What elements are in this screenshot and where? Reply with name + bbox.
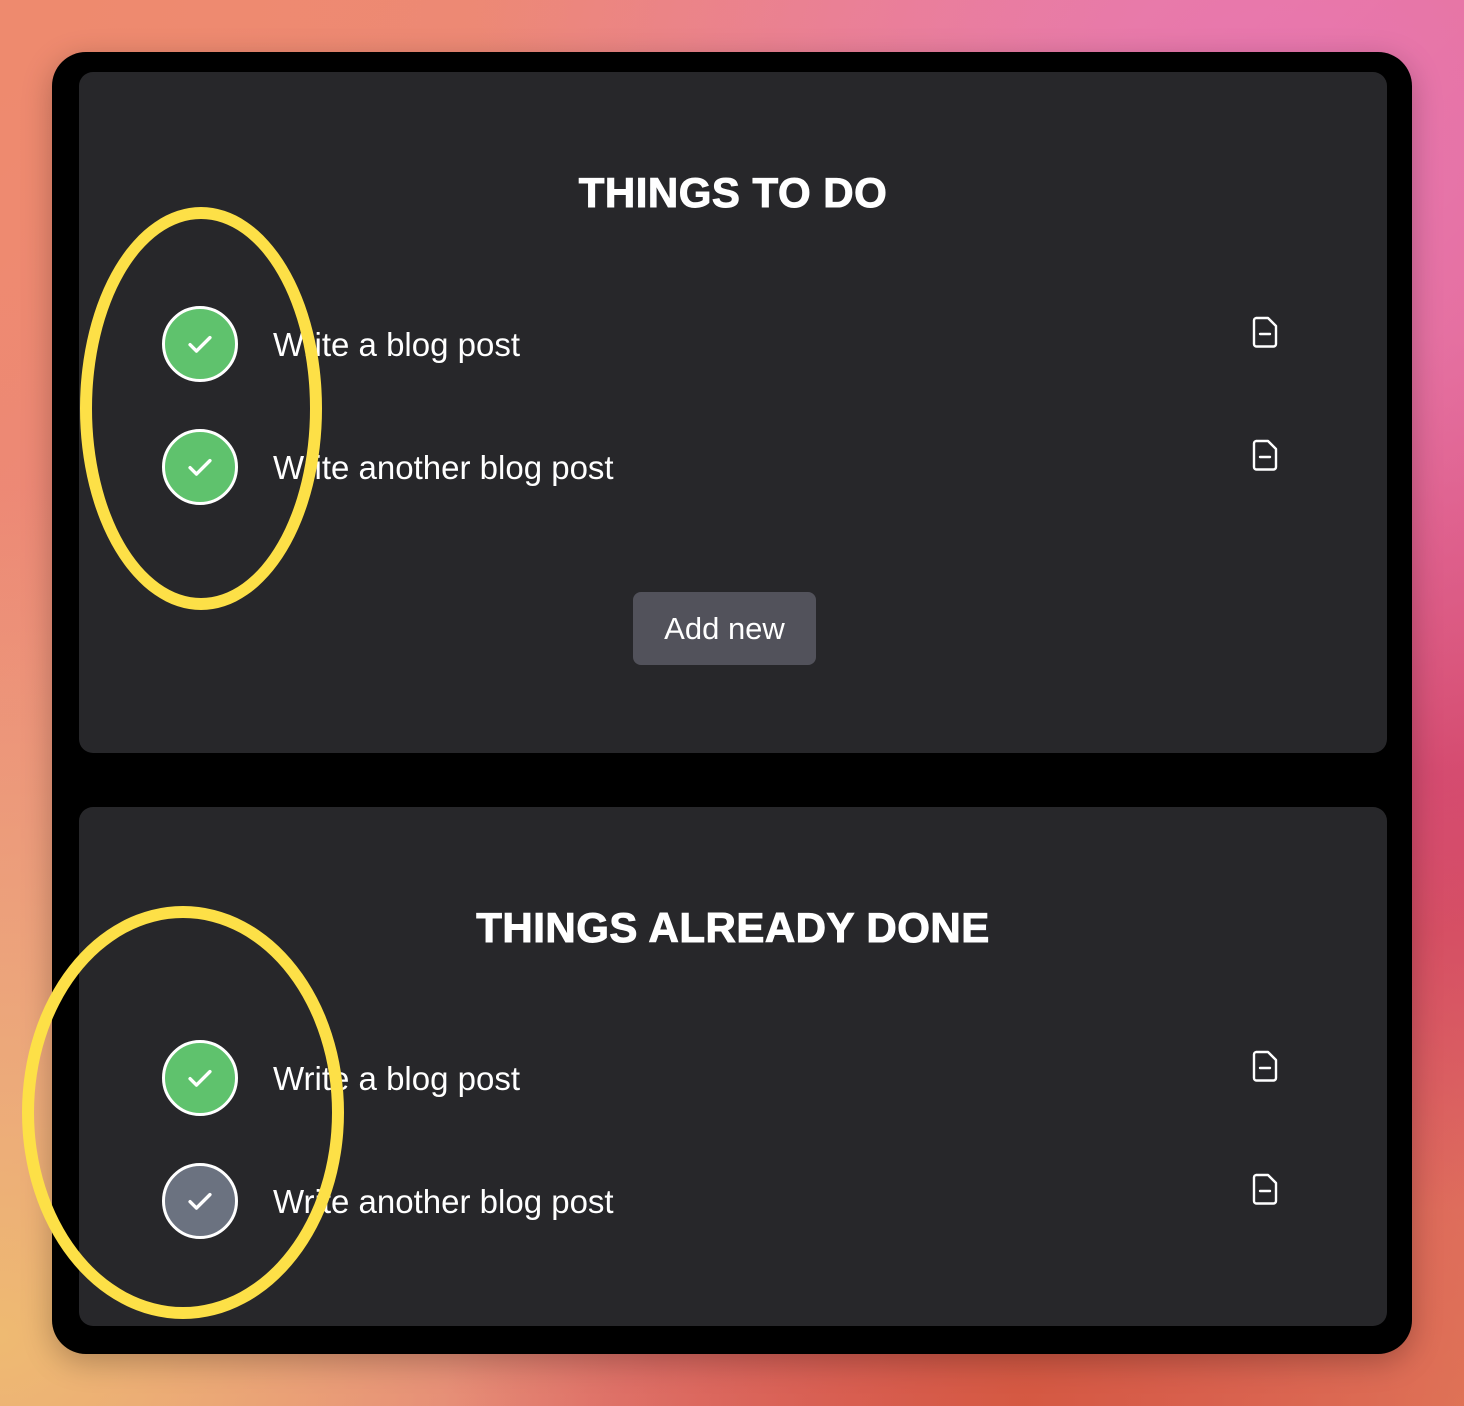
document-minus-icon[interactable]	[1250, 1172, 1280, 1206]
done-item-label: Write another blog post	[273, 1183, 614, 1220]
done-item: Write a blog post	[162, 1040, 1292, 1122]
document-minus-icon[interactable]	[1250, 315, 1280, 349]
todo-item-label: Write another blog post	[273, 449, 614, 486]
app-window: THINGS TO DO Write a blog post Write ano…	[52, 52, 1412, 1354]
todo-item-checkbox[interactable]	[162, 429, 238, 505]
todo-item-checkbox[interactable]	[162, 306, 238, 382]
todo-panel: THINGS TO DO Write a blog post Write ano…	[79, 72, 1387, 753]
todo-item: Write a blog post	[162, 306, 1292, 388]
done-item: Write another blog post	[162, 1163, 1292, 1245]
add-new-button[interactable]: Add new	[633, 592, 816, 665]
done-item-checkbox[interactable]	[162, 1040, 238, 1116]
check-icon	[188, 335, 212, 353]
check-icon	[188, 1069, 212, 1087]
check-icon	[188, 1192, 212, 1210]
todo-item: Write another blog post	[162, 429, 1292, 511]
done-item-checkbox[interactable]	[162, 1163, 238, 1239]
done-title: THINGS ALREADY DONE	[476, 904, 990, 952]
todo-title: THINGS TO DO	[578, 169, 888, 217]
todo-item-label: Write a blog post	[273, 326, 521, 363]
check-icon	[188, 458, 212, 476]
done-item-label: Write a blog post	[273, 1060, 521, 1097]
document-minus-icon[interactable]	[1250, 438, 1280, 472]
done-panel: THINGS ALREADY DONE Write a blog post Wr…	[79, 807, 1387, 1326]
document-minus-icon[interactable]	[1250, 1049, 1280, 1083]
